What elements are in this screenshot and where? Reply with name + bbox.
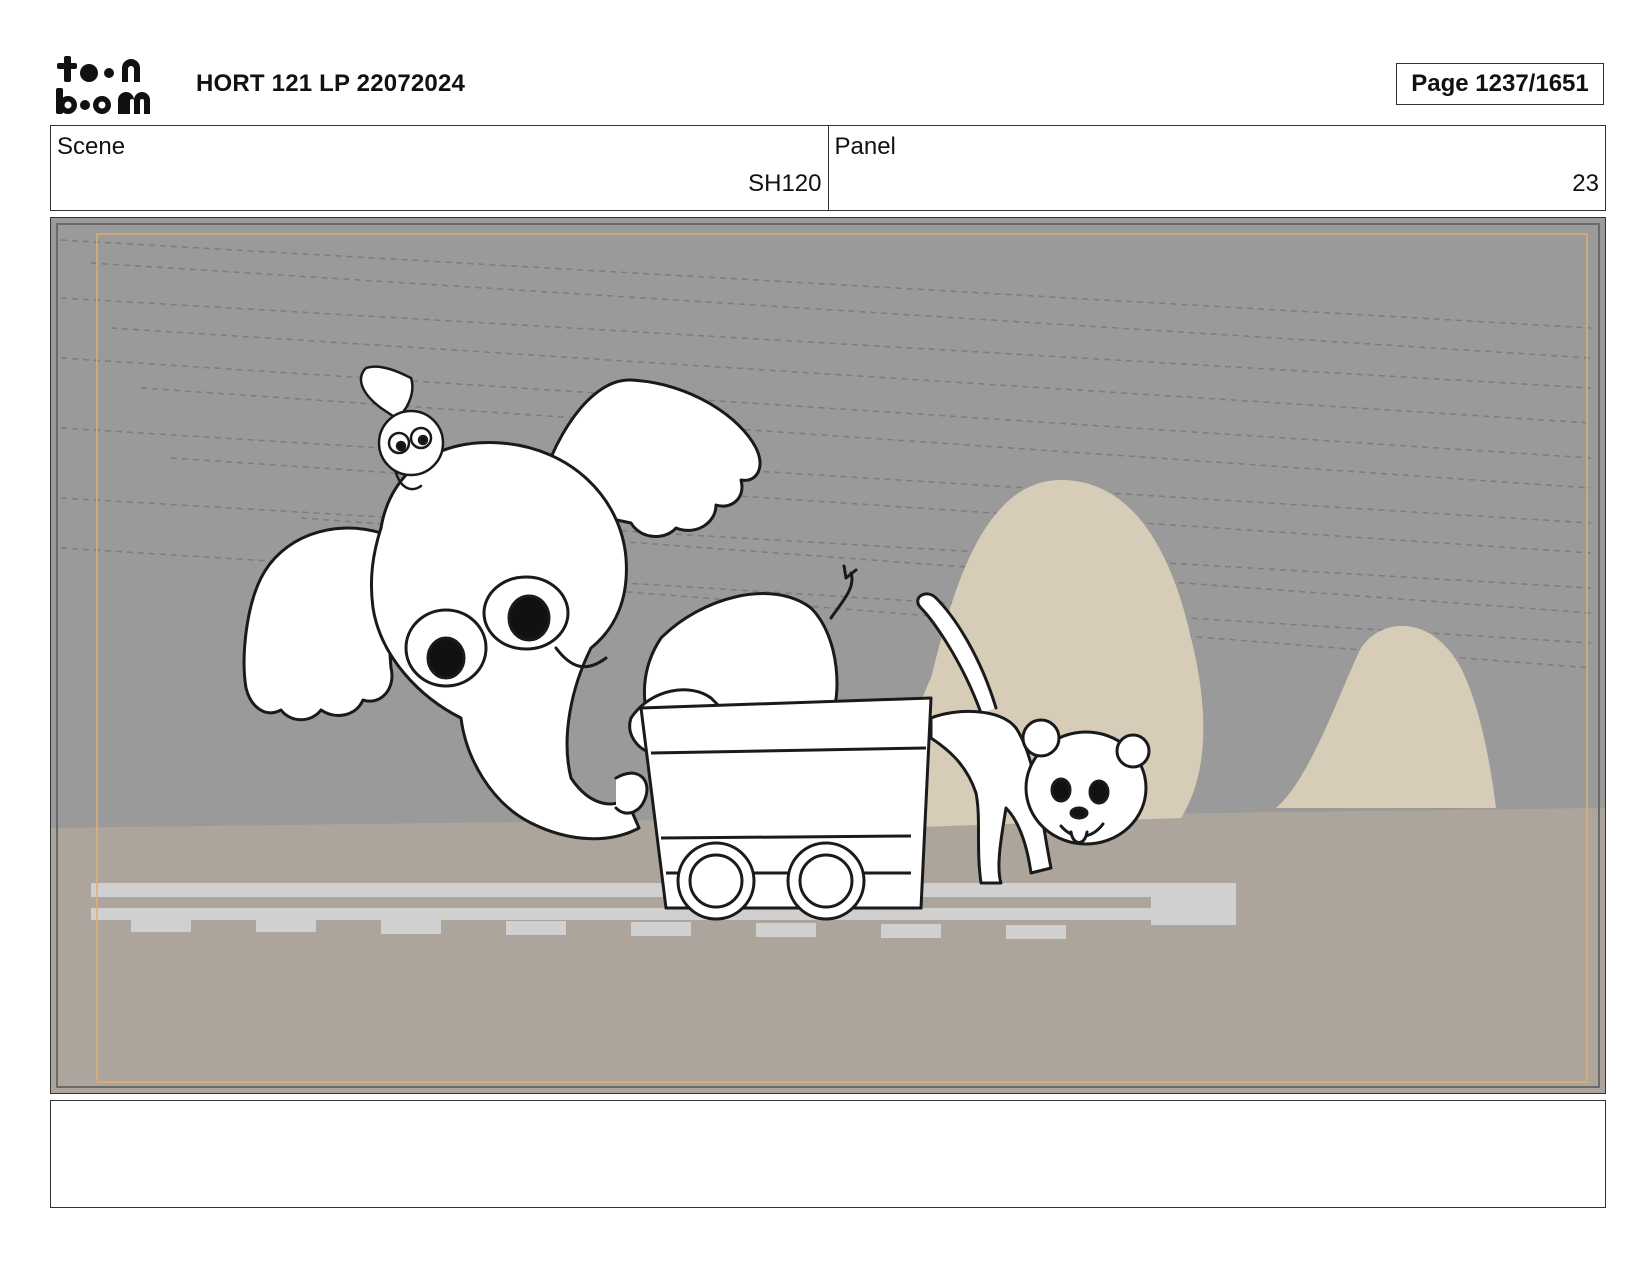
panel-illustration [51,218,1605,1093]
panel-caption [50,1100,1606,1208]
panel-value: 23 [1572,170,1599,197]
toonboom-logo [56,56,150,114]
storyboard-panel [50,217,1606,1094]
panel-label: Panel [834,133,896,160]
document-title: HORT 121 LP 22072024 [196,70,466,97]
page-number: Page 1237/1651 [1396,63,1604,105]
scene-label: Scene [57,133,126,160]
scene-cell: Scene SH120 [51,126,828,210]
scene-panel-info: Scene SH120 Panel 23 [50,125,1606,211]
scene-value: SH120 [748,170,822,197]
mine-cart [639,696,933,921]
panel-cell: Panel 23 [827,126,1606,210]
